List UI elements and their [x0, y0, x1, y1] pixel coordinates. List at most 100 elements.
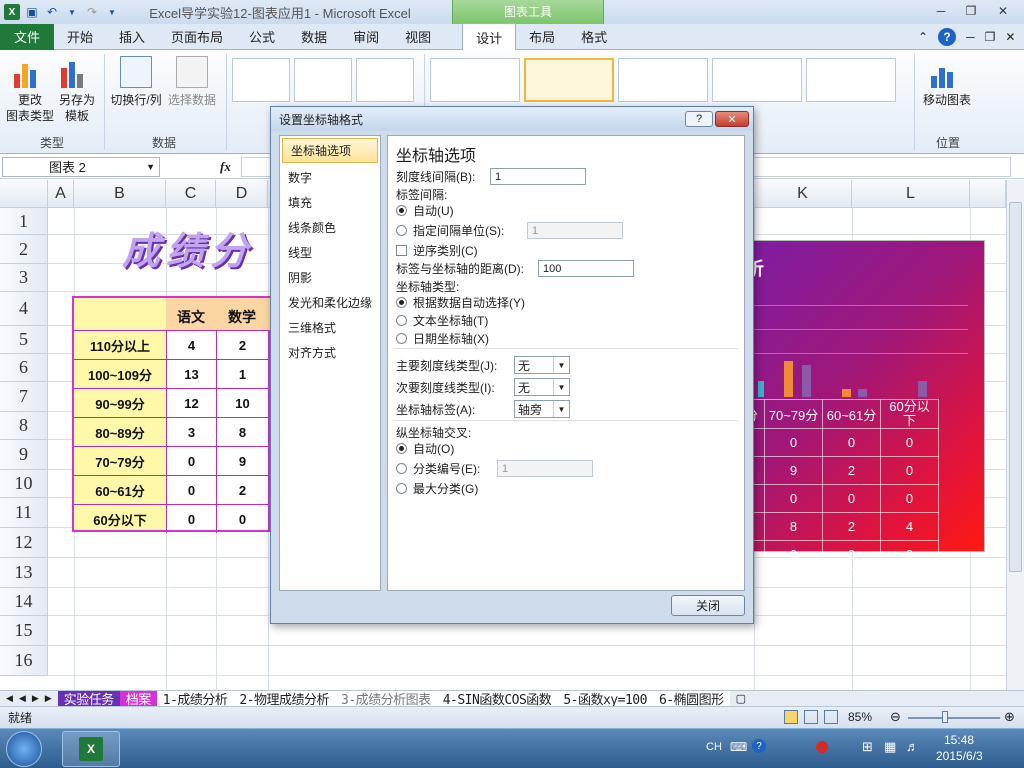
restore-button[interactable]: ❐ [958, 2, 984, 20]
grade-range-cell[interactable]: 80~89分 [74, 417, 166, 446]
row-header[interactable]: 10 [0, 470, 48, 498]
column-header[interactable]: A [48, 180, 74, 208]
move-chart-button[interactable]: 移动图表 [918, 56, 976, 108]
workbook-minimize-icon[interactable]: ─ [966, 30, 975, 44]
cross-max-radio[interactable]: 最大分类(G) [396, 480, 478, 497]
score-count-cell[interactable]: 0 [166, 446, 216, 475]
page-break-view-icon[interactable] [824, 710, 838, 724]
switch-row-column-button[interactable]: 切换行/列 [110, 56, 162, 108]
cross-auto-radio[interactable]: 自动(O) [396, 440, 454, 457]
score-count-cell[interactable]: 4 [166, 330, 216, 359]
scroll-thumb[interactable] [1009, 202, 1022, 572]
row-header[interactable]: 9 [0, 440, 48, 470]
keyboard-icon[interactable]: ⌨ [730, 740, 747, 754]
tab-data[interactable]: 数据 [288, 24, 340, 50]
dialog-nav-item[interactable]: 发光和柔化边缘 [280, 290, 380, 315]
tab-page-layout[interactable]: 页面布局 [158, 24, 236, 50]
cross-category-radio[interactable]: 分类编号(E): 1 [396, 460, 593, 477]
workbook-restore-icon[interactable]: ❐ [985, 30, 996, 44]
windows-flag-icon[interactable]: ⊞ [862, 739, 873, 755]
layout-thumb[interactable] [356, 58, 414, 102]
sheet-tab[interactable]: 档案 [119, 690, 157, 708]
dialog-nav-item[interactable]: 阴影 [280, 265, 380, 290]
name-box[interactable]: 图表 2 ▼ [2, 156, 160, 177]
tab-nav-next-icon[interactable]: ▶ [32, 693, 39, 704]
row-header[interactable]: 11 [0, 498, 48, 528]
ribbon-collapse-icon[interactable]: ⌃ [918, 30, 928, 44]
axis-label-select[interactable]: 轴旁 ▼ [514, 400, 570, 418]
column-header[interactable]: C [166, 180, 216, 208]
dialog-nav-item[interactable]: 坐标轴选项 [282, 138, 378, 163]
tab-home[interactable]: 开始 [54, 24, 106, 50]
dialog-nav-item[interactable]: 线条颜色 [280, 215, 380, 240]
cross-category-input[interactable]: 1 [497, 460, 593, 477]
row-header[interactable]: 13 [0, 558, 48, 588]
score-count-cell[interactable]: 3 [166, 417, 216, 446]
tab-review[interactable]: 审阅 [340, 24, 392, 50]
score-count-cell[interactable]: 2 [216, 475, 268, 504]
spec-unit-input[interactable]: 1 [527, 222, 623, 239]
score-count-cell[interactable]: 0 [216, 504, 268, 533]
dialog-nav-item[interactable]: 对齐方式 [280, 340, 380, 365]
sheet-tab-active[interactable]: 1-成绩分析 [156, 690, 234, 708]
tab-format[interactable]: 格式 [568, 24, 620, 50]
label-interval-specify-radio[interactable]: 指定间隔单位(S): 1 [396, 222, 623, 239]
row-header[interactable]: 16 [0, 646, 48, 676]
score-count-cell[interactable]: 13 [166, 359, 216, 388]
volume-icon[interactable]: ♬ [906, 739, 919, 754]
column-header[interactable]: L [852, 180, 970, 208]
dialog-close-button[interactable]: ✕ [715, 111, 749, 127]
score-count-cell[interactable]: 2 [216, 330, 268, 359]
score-count-cell[interactable]: 8 [216, 417, 268, 446]
sheet-tab[interactable]: 3-成绩分析图表 [335, 690, 437, 708]
column-header[interactable]: K [754, 180, 852, 208]
save-as-template-button[interactable]: 另存为 模板 [56, 56, 98, 124]
grade-range-cell[interactable]: 100~109分 [74, 359, 166, 388]
zoom-level[interactable]: 85% [848, 710, 872, 724]
tick-interval-input[interactable]: 1 [490, 168, 586, 185]
row-header[interactable]: 2 [0, 235, 48, 264]
style-thumb-gray[interactable] [430, 58, 520, 102]
column-header[interactable]: B [74, 180, 166, 208]
row-header[interactable]: 4 [0, 292, 48, 326]
score-count-cell[interactable]: 0 [166, 475, 216, 504]
major-tick-select[interactable]: 无 ▼ [514, 356, 570, 374]
row-header[interactable]: 3 [0, 264, 48, 292]
tab-nav-prev-icon[interactable]: ◀ [19, 693, 26, 704]
axis-type-text-radio[interactable]: 文本坐标轴(T) [396, 312, 488, 329]
score-count-cell[interactable]: 9 [216, 446, 268, 475]
minor-tick-select[interactable]: 无 ▼ [514, 378, 570, 396]
axis-type-date-radio[interactable]: 日期坐标轴(X) [396, 330, 489, 347]
grade-range-cell[interactable]: 70~79分 [74, 446, 166, 475]
bar[interactable] [858, 389, 867, 397]
sheet-tab[interactable]: 2-物理成绩分析 [233, 690, 336, 708]
help-icon[interactable]: ? [752, 739, 766, 753]
bar[interactable] [802, 365, 811, 397]
bar[interactable] [842, 389, 851, 397]
layout-thumb[interactable] [294, 58, 352, 102]
tab-design[interactable]: 设计 [462, 23, 517, 50]
row-header[interactable]: 5 [0, 326, 48, 354]
row-header[interactable]: 6 [0, 354, 48, 382]
fx-icon[interactable]: fx [220, 159, 231, 175]
close-window-button[interactable]: ✕ [990, 2, 1016, 20]
label-interval-auto-radio[interactable]: 自动(U) [396, 202, 454, 219]
bar[interactable] [784, 361, 793, 397]
grade-range-cell[interactable]: 90~99分 [74, 388, 166, 417]
minimize-button[interactable]: ─ [928, 2, 954, 20]
dialog-help-button[interactable]: ? [685, 111, 713, 127]
style-thumb-blue[interactable] [618, 58, 708, 102]
score-count-cell[interactable]: 0 [166, 504, 216, 533]
insert-sheet-icon[interactable]: ▢ [736, 692, 746, 705]
row-header[interactable]: 15 [0, 616, 48, 646]
change-chart-type-button[interactable]: 更改 图表类型 [6, 56, 54, 124]
dialog-nav-item[interactable]: 数字 [280, 165, 380, 190]
input-language[interactable]: CH [706, 741, 722, 753]
taskbar-excel-button[interactable]: X [62, 731, 120, 767]
page-layout-view-icon[interactable] [804, 710, 818, 724]
sheet-tab[interactable]: 4-SIN函数COS函数 [436, 690, 558, 708]
bar[interactable] [758, 381, 764, 397]
axis-type-auto-radio[interactable]: 根据数据自动选择(Y) [396, 294, 525, 311]
sheet-tab[interactable]: 5-函数xy=100 [557, 690, 653, 708]
grade-range-cell[interactable]: 110分以上 [74, 330, 166, 359]
